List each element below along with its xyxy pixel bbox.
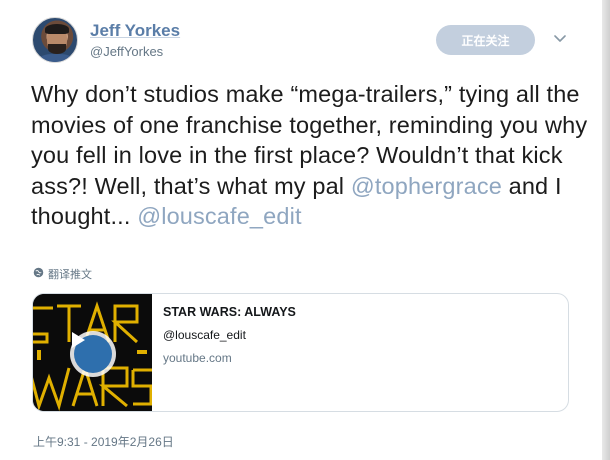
card-domain: youtube.com <box>163 351 232 365</box>
mention-tophergrace[interactable]: @tophergrace <box>351 173 502 199</box>
card-title[interactable]: STAR WARS: ALWAYS <box>163 305 553 319</box>
author-handle[interactable]: @JeffYorkes <box>90 44 163 59</box>
chevron-down-icon <box>554 30 566 48</box>
tweet-text: Why don’t studios make “mega-trailers,” … <box>31 79 591 232</box>
card-info: STAR WARS: ALWAYS @louscafe_edit youtube… <box>163 305 553 365</box>
translate-label: 翻译推文 <box>48 269 92 281</box>
card-description: @louscafe_edit <box>163 328 246 342</box>
video-thumbnail[interactable] <box>33 294 152 411</box>
play-button[interactable] <box>70 331 116 377</box>
author-display-name[interactable]: Jeff Yorkes <box>90 21 180 41</box>
globe-icon <box>33 267 44 281</box>
translate-tweet-link[interactable]: 翻译推文 <box>33 266 92 282</box>
tweet-timestamp[interactable]: 上午9:31 - 2019年2月26日 <box>33 433 174 450</box>
avatar[interactable] <box>32 17 78 63</box>
following-button[interactable]: 正在关注 <box>436 25 535 55</box>
tweet-page: Jeff Yorkes @JeffYorkes 正在关注 Why don’t s… <box>0 0 610 460</box>
link-card[interactable]: STAR WARS: ALWAYS @louscafe_edit youtube… <box>32 293 569 412</box>
more-options-caret[interactable] <box>552 31 568 47</box>
window-edge <box>602 0 610 460</box>
mention-louscafe-edit[interactable]: @louscafe_edit <box>137 203 301 229</box>
